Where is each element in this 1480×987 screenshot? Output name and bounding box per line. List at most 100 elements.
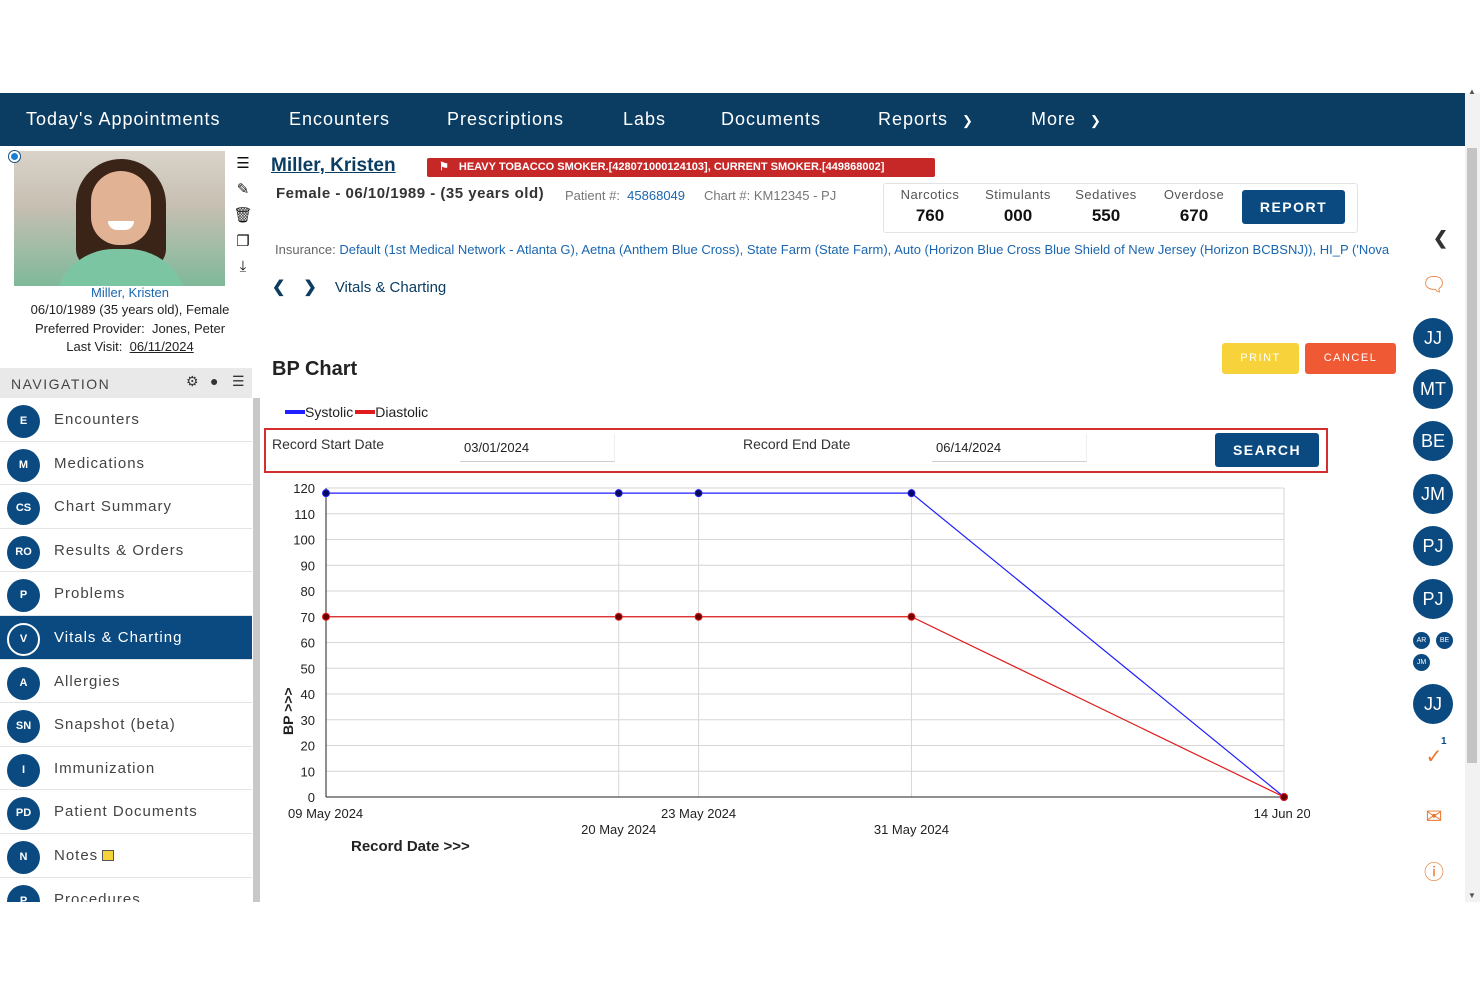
message-icon[interactable]: ✉ xyxy=(1421,804,1447,830)
avatar[interactable]: JM xyxy=(1413,474,1453,514)
trash-icon[interactable]: 🗑 xyxy=(232,206,254,232)
nav-badge: A xyxy=(7,666,40,700)
nav-reports[interactable]: Reports ❯ xyxy=(878,93,974,146)
nav-documents[interactable]: Documents xyxy=(721,93,821,146)
nav-badge: E xyxy=(7,405,40,438)
chevron-left-icon[interactable]: ❮ xyxy=(1433,228,1448,249)
y-tick-label: 20 xyxy=(301,739,315,754)
nav-todays-appointments[interactable]: Today's Appointments xyxy=(26,93,221,146)
stat-label: Sedatives xyxy=(1075,187,1137,202)
mini-avatar[interactable]: JM xyxy=(1413,654,1430,671)
download-icon[interactable]: ⤓ xyxy=(232,258,254,284)
nav-item-procedures[interactable]: P Procedures xyxy=(0,878,252,902)
patient-card-provider: Preferred Provider: Jones, Peter xyxy=(0,321,260,336)
y-tick-label: 40 xyxy=(301,687,315,702)
data-point-diastolic xyxy=(322,612,330,621)
y-tick-label: 120 xyxy=(293,481,315,496)
chevron-right-icon[interactable]: ❯ xyxy=(303,279,316,296)
help-icon[interactable]: ⓘ xyxy=(1421,856,1447,884)
patient-card-name[interactable]: Miller, Kristen xyxy=(0,285,260,300)
cancel-button[interactable]: CANCEL xyxy=(1305,343,1396,374)
chevron-left-icon[interactable]: ❮ xyxy=(272,279,285,296)
x-axis-title: Record Date >>> xyxy=(351,838,470,855)
avatar[interactable]: PJ xyxy=(1413,526,1453,566)
page-scrollbar[interactable]: ▲ ▼ xyxy=(1465,87,1480,902)
data-point-systolic xyxy=(907,489,916,498)
patient-name-heading[interactable]: Miller, Kristen xyxy=(271,155,396,177)
end-date-label: Record End Date xyxy=(743,436,851,452)
insurance-value[interactable]: Default (1st Medical Network - Atlanta G… xyxy=(339,242,1389,257)
report-button[interactable]: REPORT xyxy=(1242,190,1345,224)
avatar[interactable]: PJ xyxy=(1413,579,1453,619)
navigation-title: NAVIGATION xyxy=(11,376,111,392)
nav-item-snapshot[interactable]: SN Snapshot (beta) xyxy=(0,703,252,747)
nav-item-label: Patient Documents xyxy=(54,803,198,821)
x-tick-label: 09 May 2024 xyxy=(288,806,363,821)
top-navigation-bar: Today's Appointments Encounters Prescrip… xyxy=(0,93,1465,146)
nav-item-patient-documents[interactable]: PD Patient Documents xyxy=(0,790,252,834)
smoker-alert-badge: ⚑ HEAVY TOBACCO SMOKER.[428071000124103],… xyxy=(427,158,935,177)
scroll-down-icon[interactable]: ▼ xyxy=(1468,891,1476,900)
nav-encounters[interactable]: Encounters xyxy=(289,93,390,146)
patient-number: Patient #: 45868049 xyxy=(565,188,685,203)
avatar[interactable]: JJ xyxy=(1413,318,1453,358)
stat-value: 670 xyxy=(1179,206,1209,225)
patient-card-dob: 06/10/1989 (35 years old), Female xyxy=(30,302,230,317)
stat-stimulants: Stimulants 000 xyxy=(978,187,1058,226)
data-point-diastolic xyxy=(907,612,916,621)
nav-item-label: Results & Orders xyxy=(54,541,185,559)
data-point-systolic xyxy=(694,489,703,498)
avatar[interactable]: MT xyxy=(1413,369,1453,409)
nav-item-label: Immunization xyxy=(54,759,156,777)
list-icon[interactable]: ☰ xyxy=(232,373,245,390)
start-date-input[interactable] xyxy=(460,434,615,462)
nav-item-problems[interactable]: P Problems xyxy=(0,572,252,616)
edit-icon[interactable]: ✎ xyxy=(232,180,254,206)
search-button[interactable]: SEARCH xyxy=(1215,433,1319,467)
nav-badge: M xyxy=(7,448,40,482)
nav-item-notes[interactable]: N Notes xyxy=(0,834,252,878)
nav-item-results-orders[interactable]: RO Results & Orders xyxy=(0,529,252,573)
mini-avatar[interactable]: AR xyxy=(1413,632,1430,649)
mini-avatar[interactable]: BE xyxy=(1436,632,1453,649)
scrollbar-thumb[interactable] xyxy=(1467,148,1477,763)
nav-item-vitals-charting[interactable]: V Vitals & Charting xyxy=(0,615,252,660)
y-tick-label: 110 xyxy=(294,507,315,522)
y-tick-label: 70 xyxy=(301,610,315,625)
chart-series xyxy=(322,489,1288,801)
sidebar-scrollbar[interactable] xyxy=(253,398,260,902)
end-date-input[interactable] xyxy=(932,434,1087,462)
patient-demographics: Female - 06/10/1989 - (35 years old) xyxy=(276,185,545,202)
user-icon[interactable]: ● xyxy=(210,373,218,389)
chat-bubble-icon[interactable]: 🗨 xyxy=(1421,272,1447,298)
x-tick-label: 31 May 2024 xyxy=(874,822,949,837)
nav-badge: RO xyxy=(7,535,40,569)
gear-icon[interactable]: ⚙ xyxy=(186,373,199,390)
nav-prescriptions[interactable]: Prescriptions xyxy=(447,93,564,146)
nav-item-allergies[interactable]: A Allergies xyxy=(0,660,252,704)
nav-item-immunization[interactable]: I Immunization xyxy=(0,747,252,791)
nav-item-encounters[interactable]: E Encounters xyxy=(0,398,252,442)
breadcrumb-current: Vitals & Charting xyxy=(334,279,447,296)
stat-sedatives: Sedatives 550 xyxy=(1066,187,1146,226)
nav-labs[interactable]: Labs xyxy=(623,93,666,146)
nav-more[interactable]: More ❯ xyxy=(1031,93,1102,146)
breadcrumb: ❮ ❯ Vitals & Charting xyxy=(272,277,446,297)
data-point-systolic xyxy=(614,489,623,498)
nav-item-medications[interactable]: M Medications xyxy=(0,442,252,486)
nav-item-label: Notes xyxy=(54,847,115,864)
provider-label: Preferred Provider: xyxy=(34,321,145,336)
avatar[interactable]: JJ xyxy=(1413,684,1453,724)
list-icon[interactable]: ☰ xyxy=(232,154,254,180)
last-visit-link[interactable]: 06/11/2024 xyxy=(130,339,194,354)
print-button[interactable]: PRINT xyxy=(1222,343,1299,374)
patient-sidebar: ☰ ✎ 🗑 ❐ ⤓ Miller, Kristen 06/10/1989 (35… xyxy=(0,146,260,902)
stat-narcotics: Narcotics 760 xyxy=(890,187,970,226)
nav-item-chart-summary[interactable]: CS Chart Summary xyxy=(0,485,252,529)
flag-icon: ⚑ xyxy=(439,161,449,173)
avatar[interactable]: BE xyxy=(1413,421,1453,461)
scroll-up-icon[interactable]: ▲ xyxy=(1468,87,1476,96)
task-check-icon[interactable]: ✓ 1 xyxy=(1421,736,1447,770)
stat-label: Stimulants xyxy=(985,187,1051,202)
copy-icon[interactable]: ❐ xyxy=(232,232,254,258)
